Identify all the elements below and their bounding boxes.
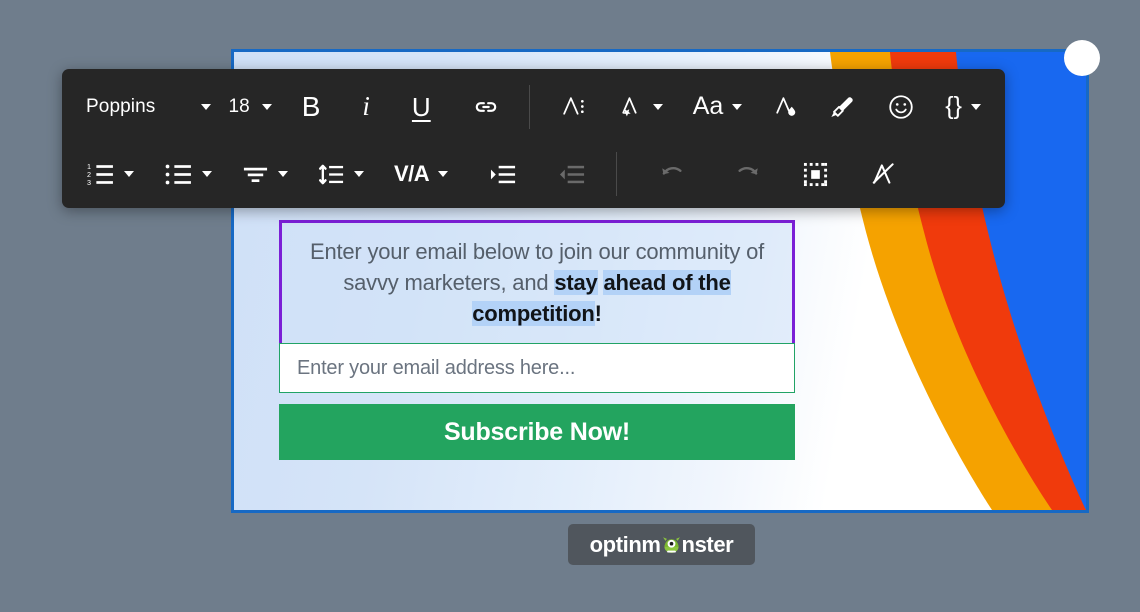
chevron-down-icon — [202, 171, 212, 178]
chevron-down-icon — [200, 103, 211, 110]
smart-tags-icon: {} — [945, 92, 962, 121]
undo-icon — [662, 167, 682, 175]
align-button[interactable] — [242, 154, 288, 194]
letter-spacing-button[interactable]: V/A — [394, 154, 449, 194]
indent-button[interactable] — [490, 154, 517, 194]
undo-button — [659, 154, 689, 194]
chevron-down-icon — [278, 171, 288, 178]
headline-text-block[interactable]: Enter your email below to join our commu… — [279, 220, 795, 347]
align-center-icon — [243, 167, 268, 182]
headline-exclamation: ! — [594, 301, 602, 326]
clear-formatting-button[interactable] — [870, 154, 898, 194]
font-family-label: Poppins — [86, 95, 156, 117]
redo-button — [731, 154, 761, 194]
font-color-drop-icon — [776, 97, 796, 117]
chevron-down-icon — [124, 171, 134, 178]
toolbar-divider — [528, 84, 530, 129]
font-size-select[interactable]: 18 — [229, 87, 272, 127]
brand-text-right: nster — [681, 531, 734, 557]
letter-spacing-icon: V/A — [394, 161, 430, 187]
monster-logo-icon — [662, 537, 680, 553]
headline-paragraph: Enter your email below to join our commu… — [298, 236, 776, 329]
highlighter-icon — [831, 97, 854, 117]
text-effects-button[interactable] — [617, 87, 663, 127]
clear-format-icon — [872, 163, 894, 184]
chevron-down-icon — [652, 103, 663, 110]
chevron-down-icon — [261, 103, 272, 110]
redo-icon — [738, 167, 758, 175]
text-case-icon: Aa — [692, 92, 724, 121]
font-family-select[interactable]: Poppins — [86, 87, 213, 127]
svg-text:3: 3 — [87, 178, 91, 187]
toolbar-divider — [616, 152, 618, 197]
chevron-down-icon — [438, 171, 449, 178]
font-size-label: 18 — [228, 95, 250, 117]
font-color-button[interactable] — [772, 87, 799, 127]
line-height-icon — [318, 164, 344, 185]
select-region-icon — [804, 162, 828, 186]
chevron-down-icon — [732, 103, 743, 110]
text-color-button[interactable] — [560, 87, 587, 127]
text-effects-star-icon — [622, 97, 637, 117]
underline-button[interactable]: U — [412, 87, 431, 127]
subscribe-button[interactable]: Subscribe Now! — [279, 404, 795, 460]
ordered-list-button[interactable]: 1 2 3 — [86, 154, 134, 194]
bullet-list-icon — [165, 164, 191, 185]
link-icon — [475, 101, 496, 112]
underline-icon: U — [411, 91, 431, 122]
indent-icon — [491, 165, 516, 183]
email-input[interactable]: Enter your email address here... — [279, 343, 795, 393]
numbered-list-icon: 1 2 3 — [87, 162, 113, 187]
emoji-icon — [889, 95, 913, 119]
highlighter-button[interactable] — [829, 87, 857, 127]
editor-toolbar: Poppins 18 B i U Aa {} 1 2 3 V/A — [62, 69, 1005, 208]
bold-icon: B — [301, 90, 321, 122]
selected-text-stay: stay — [554, 270, 598, 295]
italic-icon: i — [362, 91, 370, 122]
link-button[interactable] — [473, 87, 499, 127]
resize-handle-top-right[interactable] — [1064, 40, 1100, 76]
text-case-button[interactable]: Aa — [693, 87, 743, 127]
smart-tags-button[interactable]: {} — [945, 87, 981, 127]
unordered-list-button[interactable] — [164, 154, 212, 194]
toolbar-row-1: Poppins 18 B i U Aa {} — [86, 69, 981, 141]
text-color-icon — [562, 97, 584, 115]
line-height-button[interactable] — [318, 154, 364, 194]
outdent-icon — [560, 165, 585, 183]
optinmonster-badge[interactable]: optinm nster — [568, 524, 755, 565]
chevron-down-icon — [354, 171, 364, 178]
emoji-button[interactable] — [887, 87, 915, 127]
brand-text-left: optinm — [589, 531, 661, 557]
email-input-placeholder: Enter your email address here... — [297, 356, 576, 379]
italic-button[interactable]: i — [362, 87, 370, 127]
select-all-button[interactable] — [803, 154, 828, 194]
headline-line-1: Enter your email below to join our — [309, 239, 630, 264]
toolbar-row-2: 1 2 3 V/A — [86, 141, 981, 209]
bold-button[interactable]: B — [302, 87, 321, 127]
chevron-down-icon — [971, 103, 981, 110]
outdent-button — [559, 154, 586, 194]
